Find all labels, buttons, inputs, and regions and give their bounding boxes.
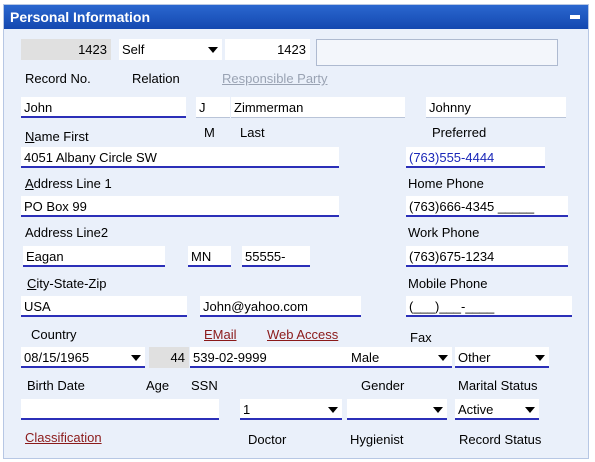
relation-label: Relation: [132, 71, 180, 86]
personal-information-panel: Personal Information 1423 Self 1423 Reco…: [3, 4, 589, 459]
gender-label: Gender: [361, 378, 405, 393]
chevron-down-icon[interactable]: [433, 407, 443, 413]
marital-status-value: Other: [458, 350, 491, 365]
gender-select[interactable]: Male: [348, 347, 452, 368]
panel-title: Personal Information: [10, 9, 151, 25]
middle-initial-field[interactable]: J: [196, 97, 230, 118]
address-line1-label: Address Line 1: [25, 176, 112, 191]
birth-date-select[interactable]: 08/15/1965: [21, 347, 145, 368]
city-field[interactable]: Eagan: [23, 246, 165, 267]
mobile-phone-label: Mobile Phone: [408, 276, 488, 291]
birth-date-label: Birth Date: [27, 378, 85, 393]
preferred-label: Preferred: [432, 125, 487, 140]
doctor-label: Doctor: [248, 432, 287, 447]
chevron-down-icon[interactable]: [525, 407, 535, 413]
address-line2-field[interactable]: PO Box 99: [21, 196, 339, 217]
gender-value: Male: [351, 350, 380, 365]
hygienist-label: Hygienist: [350, 432, 404, 447]
responsible-party-no-field[interactable]: 1423: [225, 39, 310, 60]
age-field: 44: [149, 347, 189, 368]
relation-value: Self: [122, 42, 145, 57]
address-line1-field[interactable]: 4051 Albany Circle SW: [21, 147, 339, 168]
address-line2-label: Address Line2: [25, 225, 109, 240]
country-label: Country: [31, 327, 77, 342]
fax-field[interactable]: (___)___-____: [406, 296, 572, 317]
email-field[interactable]: John@yahoo.com: [200, 296, 361, 317]
responsible-party-name-field: [316, 39, 558, 66]
zip-field[interactable]: 55555-: [242, 246, 310, 267]
chevron-down-icon[interactable]: [438, 355, 448, 361]
responsible-party-link[interactable]: Responsible Party: [222, 71, 328, 86]
middle-label: M: [204, 125, 215, 140]
home-phone-label: Home Phone: [408, 176, 484, 191]
hygienist-select[interactable]: [347, 399, 447, 420]
email-link[interactable]: EMail: [204, 327, 237, 342]
record-status-select[interactable]: Active: [455, 399, 539, 420]
preferred-name-field[interactable]: Johnny: [426, 97, 566, 118]
name-first-field[interactable]: John: [21, 97, 186, 118]
chevron-down-icon[interactable]: [535, 355, 545, 361]
record-status-value: Active: [458, 402, 494, 417]
birth-date-value: 08/15/1965: [24, 350, 90, 365]
name-first-label: Name First: [25, 129, 89, 144]
classification-link[interactable]: Classification: [25, 430, 102, 445]
chevron-down-icon[interactable]: [131, 355, 141, 361]
minimize-icon[interactable]: [570, 15, 580, 19]
ssn-label: SSN: [191, 378, 218, 393]
web-access-link[interactable]: Web Access: [267, 327, 338, 342]
state-field[interactable]: MN: [188, 246, 231, 267]
last-name-field[interactable]: Zimmerman: [231, 97, 405, 118]
record-no-field: 1423: [21, 39, 111, 60]
last-label: Last: [240, 125, 265, 140]
panel-titlebar: Personal Information: [4, 5, 588, 29]
mobile-phone-field[interactable]: (763)675-1234: [406, 246, 568, 267]
marital-status-label: Marital Status: [458, 378, 538, 393]
home-phone-field[interactable]: (763)555-4444: [406, 147, 545, 168]
city-state-zip-label: City-State-Zip: [27, 276, 107, 291]
fax-label: Fax: [410, 330, 432, 345]
classification-field[interactable]: [21, 399, 219, 420]
ssn-field[interactable]: 539-02-9999: [190, 347, 350, 368]
record-status-label: Record Status: [459, 432, 542, 447]
record-no-label: Record No.: [25, 71, 91, 86]
relation-select[interactable]: Self: [119, 39, 222, 60]
country-field[interactable]: USA: [21, 296, 187, 317]
chevron-down-icon[interactable]: [208, 47, 218, 53]
age-label: Age: [146, 378, 170, 393]
chevron-down-icon[interactable]: [328, 407, 338, 413]
work-phone-label: Work Phone: [408, 225, 480, 240]
doctor-select[interactable]: 1: [240, 399, 342, 420]
marital-status-select[interactable]: Other: [455, 347, 549, 368]
doctor-value: 1: [243, 402, 251, 417]
work-phone-field[interactable]: (763)666-4345 _____: [406, 196, 568, 217]
